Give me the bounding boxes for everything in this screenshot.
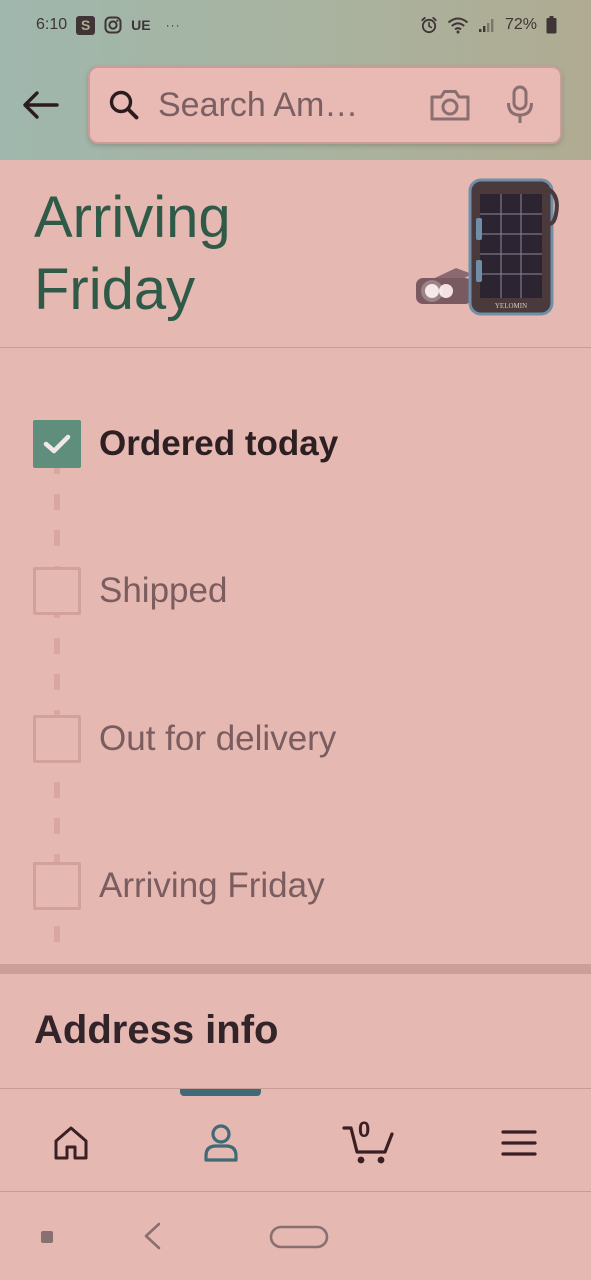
arrival-heading-line2: Friday: [34, 257, 196, 322]
cart-count-badge: 0: [358, 1117, 371, 1142]
address-info-heading: Address info: [34, 1008, 279, 1052]
voice-search-button[interactable]: [490, 75, 550, 135]
section-divider: [0, 964, 591, 974]
timeline-step-label: Shipped: [99, 571, 228, 610]
ue-app-icon: UE: [131, 17, 151, 33]
status-right: 72%: [420, 16, 557, 34]
checked-box-icon: [33, 420, 81, 468]
search-input[interactable]: [158, 75, 420, 135]
back-arrow-icon: [23, 91, 59, 119]
unchecked-box-icon: [33, 862, 81, 910]
alarm-icon: [420, 16, 438, 34]
status-time: 6:10: [36, 16, 68, 33]
back-button[interactable]: [18, 84, 64, 126]
camera-icon: [430, 90, 470, 121]
recent-apps-icon: [41, 1231, 53, 1243]
wifi-icon: [447, 16, 469, 34]
battery-icon: [546, 16, 557, 34]
timeline-step-ordered: Ordered today: [33, 414, 338, 474]
arrival-heading-line1: Arriving: [34, 185, 231, 250]
active-tab-indicator: [180, 1089, 261, 1096]
nav-home-button[interactable]: [36, 1113, 106, 1173]
unchecked-box-icon: [33, 715, 81, 763]
product-image[interactable]: YELOMIN: [410, 174, 560, 329]
more-notifications-icon: ···: [165, 18, 181, 32]
nav-cart-button[interactable]: 0: [334, 1113, 404, 1173]
battery-percent: 72%: [504, 16, 537, 33]
app-header: 6:10 S UE ··· 72% Search Am…: [0, 0, 591, 160]
camera-search-button[interactable]: [420, 75, 480, 135]
nav-account-button[interactable]: [186, 1113, 256, 1173]
instagram-icon: [104, 16, 122, 34]
arrival-heading: Arriving Friday: [34, 182, 364, 326]
system-back-button[interactable]: [134, 1218, 170, 1254]
delivery-summary: Arriving Friday YELOMIN: [0, 160, 591, 348]
home-icon: [54, 1126, 88, 1160]
search-bar[interactable]: [88, 66, 562, 144]
signal-icon: [478, 17, 496, 33]
chevron-left-icon: [144, 1222, 161, 1250]
status-left: 6:10 S UE ···: [36, 15, 181, 35]
unchecked-box-icon: [33, 567, 81, 615]
timeline-step-arriving: Arriving Friday: [33, 856, 325, 916]
timeline-step-out-for-delivery: Out for delivery: [33, 709, 336, 769]
s-app-icon: S: [76, 15, 96, 35]
nav-menu-button[interactable]: [484, 1113, 554, 1173]
search-icon: [109, 90, 139, 120]
timeline-step-shipped: Shipped: [33, 561, 227, 621]
timeline-step-label: Arriving Friday: [99, 866, 325, 905]
timeline-step-label: Ordered today: [99, 424, 339, 463]
timeline-step-label: Out for delivery: [99, 719, 337, 758]
home-pill-icon: [269, 1225, 329, 1249]
microphone-icon: [507, 85, 533, 123]
person-icon: [204, 1124, 238, 1162]
tracking-timeline: Ordered today Shipped Out for delivery A…: [0, 348, 591, 964]
system-home-button[interactable]: [268, 1222, 330, 1252]
product-brand: YELOMIN: [495, 302, 527, 310]
system-navigation-bar: [0, 1192, 591, 1280]
hamburger-menu-icon: [501, 1130, 537, 1156]
recent-apps-button[interactable]: [34, 1224, 60, 1250]
bottom-navigation: 0: [0, 1089, 591, 1192]
status-bar: 6:10 S UE ··· 72%: [0, 0, 591, 50]
